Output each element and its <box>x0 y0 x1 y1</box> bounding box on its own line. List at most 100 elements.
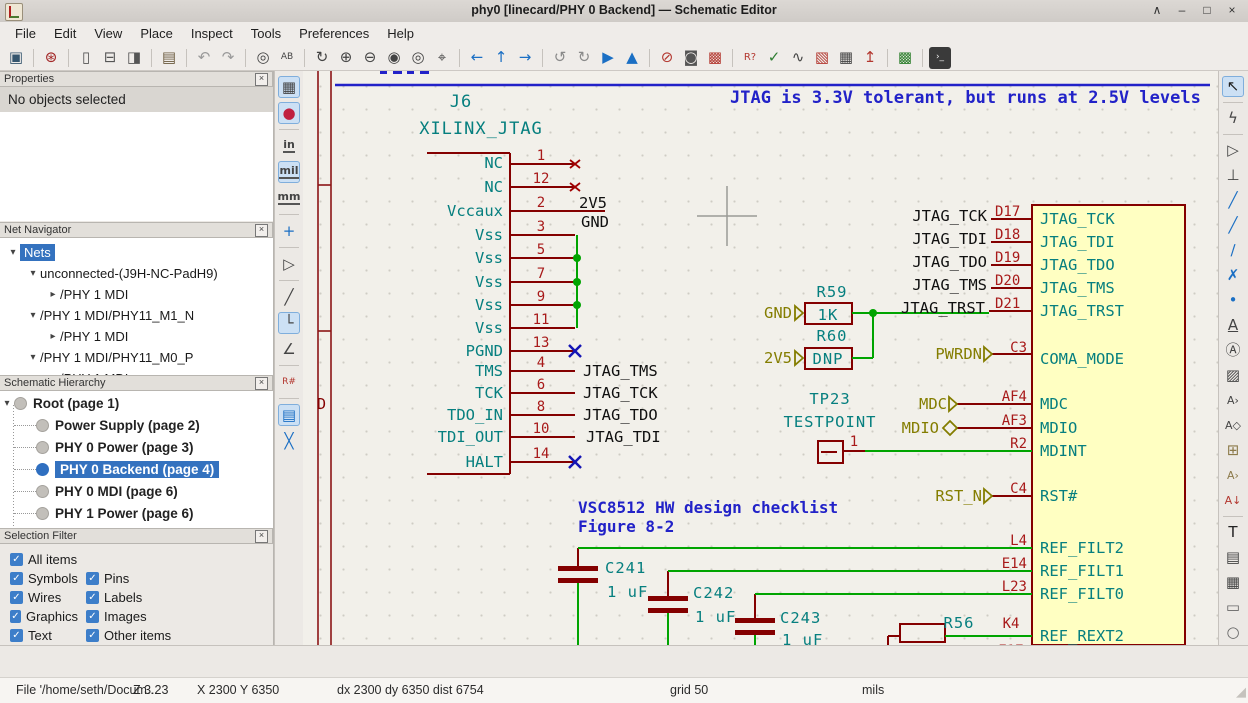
45deg-wires-icon[interactable]: ∠ <box>278 338 300 360</box>
hierarchy-sheet-item[interactable]: PHY 0 MDI (page 6) <box>0 480 273 502</box>
import-sheet-pin-icon[interactable]: A↓ <box>1222 490 1244 511</box>
add-netclass-directive-icon[interactable]: Ⓐ <box>1222 340 1244 361</box>
filter-checkbox-graphics[interactable]: ✓Graphics <box>10 609 78 624</box>
close-icon[interactable]: × <box>255 377 268 390</box>
filter-checkbox-symbols[interactable]: ✓Symbols <box>10 571 78 586</box>
zoom-out-icon[interactable]: ⊖ <box>359 47 381 69</box>
tree-expander-icon[interactable]: ▸ <box>46 289 60 300</box>
hierarchy-sheet-item[interactable]: PHY 0 Backend (page 4) <box>0 458 273 480</box>
filter-checkbox-other-items[interactable]: ✓Other items <box>86 628 171 643</box>
zoom-in-icon[interactable]: ⊕ <box>335 47 357 69</box>
add-wire-icon[interactable]: ╱ <box>1222 190 1244 211</box>
add-global-label-icon[interactable]: A› <box>1222 390 1244 411</box>
navigate-up-icon[interactable]: ↑ <box>490 47 512 69</box>
net-tree-item[interactable]: ▾/PHY 1 MDI/PHY11_M1_N <box>0 305 273 326</box>
menu-file[interactable]: File <box>6 24 45 43</box>
rotate-ccw-icon[interactable]: ↺ <box>549 47 571 69</box>
symbol-fields-table-icon[interactable]: ▦ <box>835 47 857 69</box>
highlight-net-icon[interactable]: ϟ <box>1222 108 1244 129</box>
export-bom-icon[interactable]: ↥ <box>859 47 881 69</box>
hierarchy-navigator-icon[interactable]: ▤ <box>278 404 300 426</box>
filter-checkbox-pins[interactable]: ✓Pins <box>86 571 129 586</box>
window-minimize-button[interactable]: – <box>1174 2 1190 18</box>
plot-icon[interactable]: ◨ <box>123 47 145 69</box>
rotate-cw-icon[interactable]: ↻ <box>573 47 595 69</box>
menu-edit[interactable]: Edit <box>45 24 85 43</box>
menu-tools[interactable]: Tools <box>242 24 290 43</box>
net-tree-item[interactable]: ▾Nets <box>0 242 273 263</box>
save-icon[interactable]: ▣ <box>5 47 27 69</box>
add-table-icon[interactable]: ▦ <box>1222 572 1244 593</box>
symbol-editor-icon[interactable]: ▩ <box>704 47 726 69</box>
menu-place[interactable]: Place <box>131 24 182 43</box>
net-tree-item[interactable]: ▾/PHY 1 MDI/PHY11_M0_P <box>0 347 273 368</box>
add-sheet-icon[interactable]: ⊞ <box>1222 440 1244 461</box>
window-close-button[interactable]: × <box>1224 2 1240 18</box>
window-maximize-button[interactable]: □ <box>1199 2 1215 18</box>
add-text-box-icon[interactable]: ▤ <box>1222 547 1244 568</box>
mirror-horizontal-icon[interactable]: ▶ <box>597 47 619 69</box>
net-tree-item[interactable]: ▸/PHY 1 MDI <box>0 326 273 347</box>
hierarchy-sheet-item[interactable]: PHY 1 Power (page 6) <box>0 502 273 524</box>
tree-expander-icon[interactable]: ▾ <box>26 310 40 321</box>
find-icon[interactable]: ◎ <box>252 47 274 69</box>
symbol-library-browser-icon[interactable]: ◙ <box>680 47 702 69</box>
units-mm-icon[interactable]: mm <box>278 187 300 209</box>
hierarchy-sheet-item[interactable]: PHY 0 Power (page 3) <box>0 436 273 458</box>
add-hierarchical-label-icon[interactable]: A◇ <box>1222 415 1244 436</box>
menu-preferences[interactable]: Preferences <box>290 24 378 43</box>
add-junction-icon[interactable]: • <box>1222 290 1244 311</box>
tree-expander-icon[interactable]: ▾ <box>0 398 14 409</box>
select-tool-icon[interactable]: ↖ <box>1222 76 1244 97</box>
free-angle-wires-icon[interactable]: ╱ <box>278 286 300 308</box>
close-icon[interactable]: × <box>255 73 268 86</box>
show-hidden-pins-icon[interactable]: ⊘ <box>656 47 678 69</box>
menu-inspect[interactable]: Inspect <box>182 24 242 43</box>
add-bus-entry-icon[interactable]: ∕ <box>1222 240 1244 261</box>
refresh-icon[interactable]: ↻ <box>311 47 333 69</box>
add-rectangle-icon[interactable]: ▭ <box>1222 597 1244 618</box>
add-bus-icon[interactable]: ╱ <box>1222 215 1244 236</box>
hv-wires-icon[interactable]: └ <box>278 312 300 334</box>
paste-icon[interactable]: ▤ <box>158 47 180 69</box>
add-text-icon[interactable]: T <box>1222 522 1244 543</box>
undo-icon[interactable]: ↶ <box>193 47 215 69</box>
find-replace-icon[interactable]: AB <box>276 47 298 69</box>
menu-help[interactable]: Help <box>378 24 423 43</box>
filter-checkbox-wires[interactable]: ✓Wires <box>10 590 78 605</box>
zoom-to-objects-icon[interactable]: ◎ <box>407 47 429 69</box>
schematic-setup-icon[interactable]: ⊛ <box>40 47 62 69</box>
menu-view[interactable]: View <box>85 24 131 43</box>
tree-expander-icon[interactable]: ▾ <box>26 268 40 279</box>
add-circle-icon[interactable]: ○ <box>1222 622 1244 643</box>
add-no-connect-icon[interactable]: ✗ <box>1222 265 1244 286</box>
zoom-to-selection-icon[interactable]: ⌖ <box>431 47 453 69</box>
hierarchy-sheet-item[interactable]: Power Supply (page 2) <box>0 414 273 436</box>
tree-expander-icon[interactable]: ▾ <box>6 247 20 258</box>
filter-checkbox-images[interactable]: ✓Images <box>86 609 147 624</box>
annotate-icon[interactable]: R? <box>739 47 761 69</box>
add-sheet-pin-icon[interactable]: A› <box>1222 465 1244 486</box>
open-pcb-editor-icon[interactable]: ▩ <box>894 47 916 69</box>
units-inches-icon[interactable]: in <box>278 135 300 157</box>
print-icon[interactable]: ⊟ <box>99 47 121 69</box>
erc-icon[interactable]: ✓ <box>763 47 785 69</box>
filter-checkbox-all-items[interactable]: ✓All items <box>10 552 78 567</box>
add-power-symbol-icon[interactable]: ⊥ <box>1222 165 1244 186</box>
panel-settings-icon[interactable]: ╳ <box>278 430 300 452</box>
assign-footprints-icon[interactable]: ▧ <box>811 47 833 69</box>
navigate-back-icon[interactable]: ← <box>466 47 488 69</box>
window-shade-button[interactable]: ∧ <box>1149 2 1165 18</box>
add-rule-area-icon[interactable]: ▨ <box>1222 365 1244 386</box>
hierarchy-sheet-item[interactable]: ▾Root (page 1) <box>0 392 273 414</box>
add-net-label-icon[interactable]: A <box>1222 315 1244 336</box>
units-mils-icon[interactable]: mil <box>278 161 300 183</box>
close-icon[interactable]: × <box>255 530 268 543</box>
close-icon[interactable]: × <box>255 224 268 237</box>
simulator-icon[interactable]: ∿ <box>787 47 809 69</box>
schematic-canvas[interactable]: J6XILINX_JTAGNCNCVccauxVssVssVssVssVssPG… <box>303 71 1218 645</box>
navigate-forward-icon[interactable]: → <box>514 47 536 69</box>
redo-icon[interactable]: ↷ <box>217 47 239 69</box>
new-schematic-icon[interactable]: ▯ <box>75 47 97 69</box>
show-hidden-pins-strip-icon[interactable]: ▷ <box>278 253 300 275</box>
